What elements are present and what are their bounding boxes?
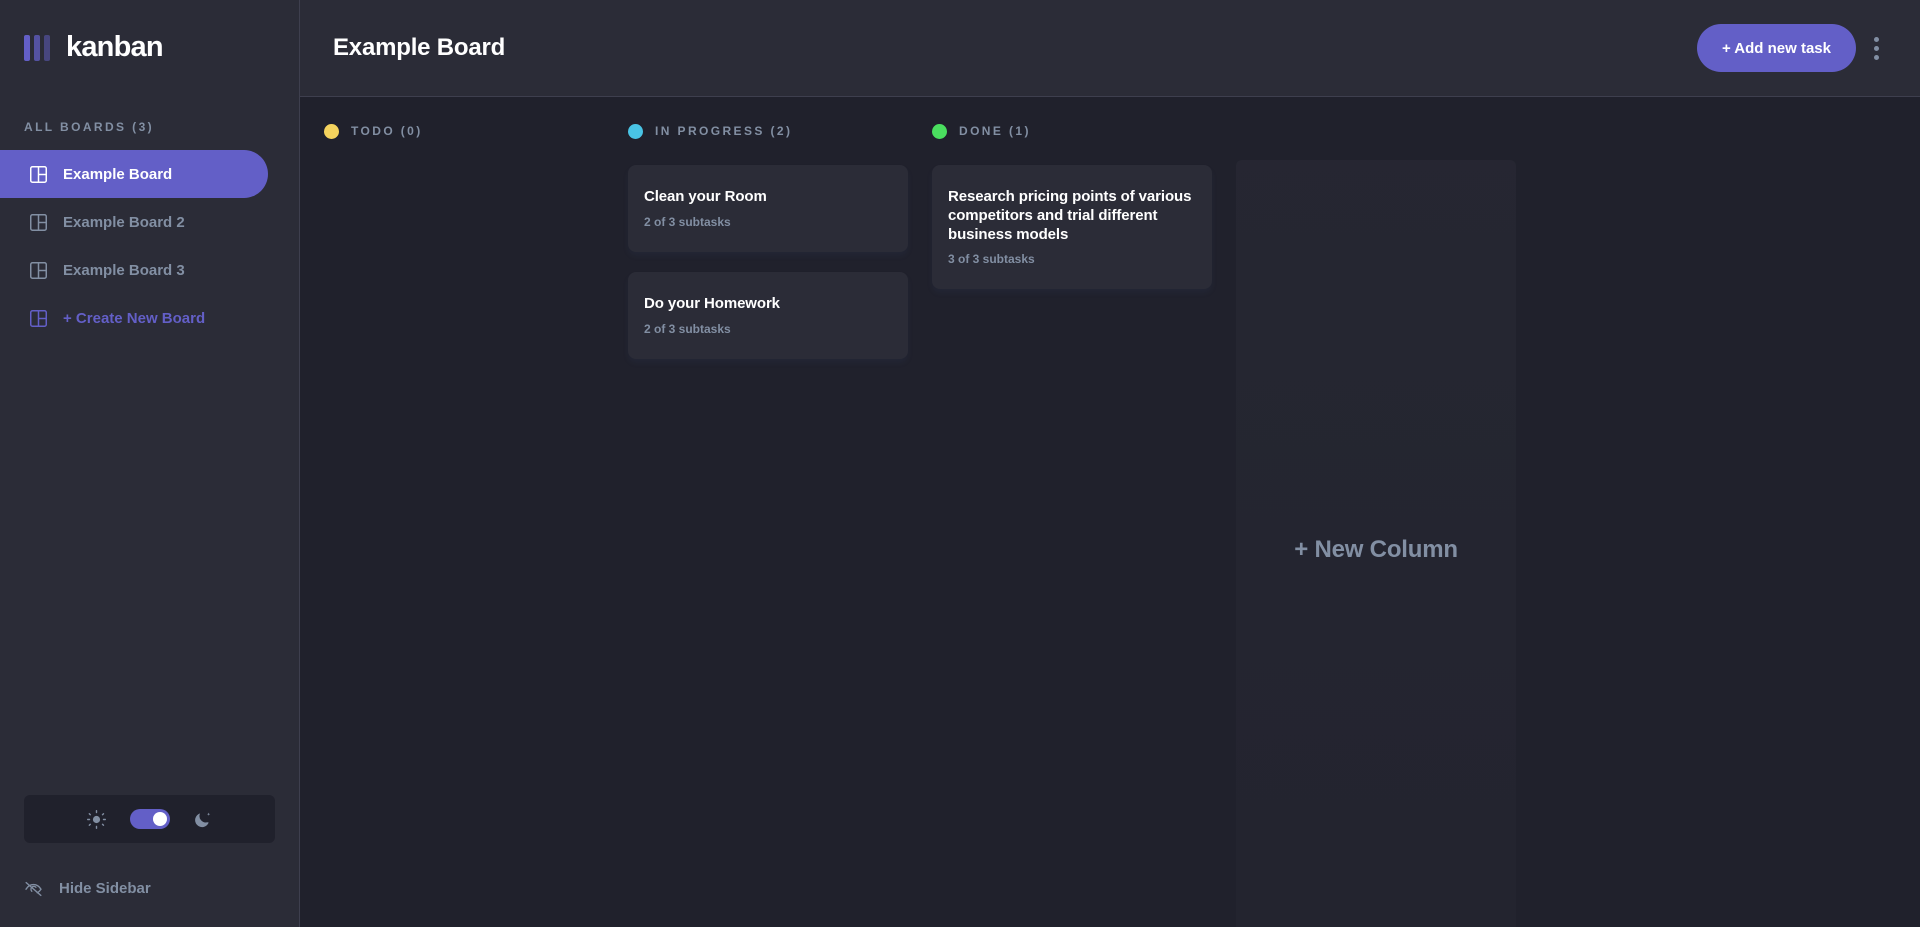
theme-toggle-switch[interactable] <box>129 809 170 829</box>
task-subtask-count: 2 of 3 subtasks <box>644 321 731 336</box>
task-card[interactable]: Do your Homework 2 of 3 subtasks <box>628 271 908 359</box>
task-title: Research pricing points of various compe… <box>948 188 1192 243</box>
theme-toggle-knob <box>152 812 167 826</box>
sidebar-item-example-board-3[interactable]: Example Board 3 <box>0 246 268 294</box>
hide-sidebar-label: Hide Sidebar <box>59 880 151 897</box>
sidebar: kanban ALL BOARDS (3) Example Board Exam… <box>0 0 300 927</box>
board-header: Example Board + Add new task <box>300 0 1920 97</box>
app-logo: kanban <box>0 0 299 62</box>
app-root: kanban ALL BOARDS (3) Example Board Exam… <box>0 0 1920 927</box>
app-logo-text: kanban <box>66 31 164 63</box>
board-column-todo: TODO (0) <box>324 121 604 927</box>
column-header: DONE (1) <box>932 121 1212 141</box>
create-new-board-button[interactable]: + Create New Board <box>0 294 268 342</box>
board-columns: TODO (0) IN PROGRESS (2) Clean your Room… <box>300 97 1920 927</box>
kebab-menu-icon[interactable] <box>1864 24 1888 72</box>
theme-toggle-container <box>24 795 275 843</box>
board-icon <box>30 309 47 327</box>
task-card[interactable]: Clean your Room 2 of 3 subtasks <box>628 165 908 252</box>
sidebar-item-label: Example Board 2 <box>63 213 185 231</box>
all-boards-heading: ALL BOARDS (3) <box>24 120 155 134</box>
hide-sidebar-button[interactable]: Hide Sidebar <box>24 880 151 897</box>
column-task-list: Research pricing points of various compe… <box>932 165 1212 290</box>
board-list: Example Board Example Board 2 Example Bo… <box>0 150 299 342</box>
column-status-dot <box>324 123 339 139</box>
column-label: IN PROGRESS (2) <box>655 124 793 138</box>
task-card[interactable]: Research pricing points of various compe… <box>932 165 1212 290</box>
new-column-button[interactable]: + New Column <box>1236 160 1516 927</box>
board-icon <box>30 165 47 183</box>
kanban-bars-logo-icon <box>24 34 50 61</box>
page-title: Example Board <box>333 34 506 61</box>
eye-slash-icon <box>24 881 43 897</box>
board-column-done: DONE (1) Research pricing points of vari… <box>932 121 1212 927</box>
column-label: DONE (1) <box>959 124 1031 138</box>
add-new-task-button[interactable]: + Add new task <box>1696 24 1856 72</box>
task-subtask-count: 2 of 3 subtasks <box>644 214 731 229</box>
task-subtask-count: 3 of 3 subtasks <box>948 252 1035 267</box>
sidebar-item-example-board-2[interactable]: Example Board 2 <box>0 198 268 246</box>
column-header: TODO (0) <box>324 121 604 141</box>
sidebar-item-label: Example Board <box>63 165 173 183</box>
sidebar-item-example-board[interactable]: Example Board <box>0 150 268 198</box>
moon-icon <box>194 810 213 829</box>
sun-icon <box>86 809 106 829</box>
create-new-board-label: + Create New Board <box>63 309 206 327</box>
board-icon <box>30 213 47 231</box>
sidebar-item-label: Example Board 3 <box>63 261 185 279</box>
header-actions: + Add new task <box>1696 24 1888 72</box>
board-column-in-progress: IN PROGRESS (2) Clean your Room 2 of 3 s… <box>628 121 908 927</box>
column-status-dot <box>932 123 947 139</box>
task-title: Do your Homework <box>644 294 780 312</box>
new-column-label: + New Column <box>1294 536 1458 563</box>
column-label: TODO (0) <box>351 124 423 138</box>
column-task-list: Clean your Room 2 of 3 subtasks Do your … <box>628 165 908 359</box>
board-icon <box>30 261 47 279</box>
column-header: IN PROGRESS (2) <box>628 121 908 141</box>
task-title: Clean your Room <box>644 188 767 205</box>
main-area: Example Board + Add new task TODO (0) IN… <box>300 0 1920 927</box>
column-status-dot <box>628 123 643 139</box>
